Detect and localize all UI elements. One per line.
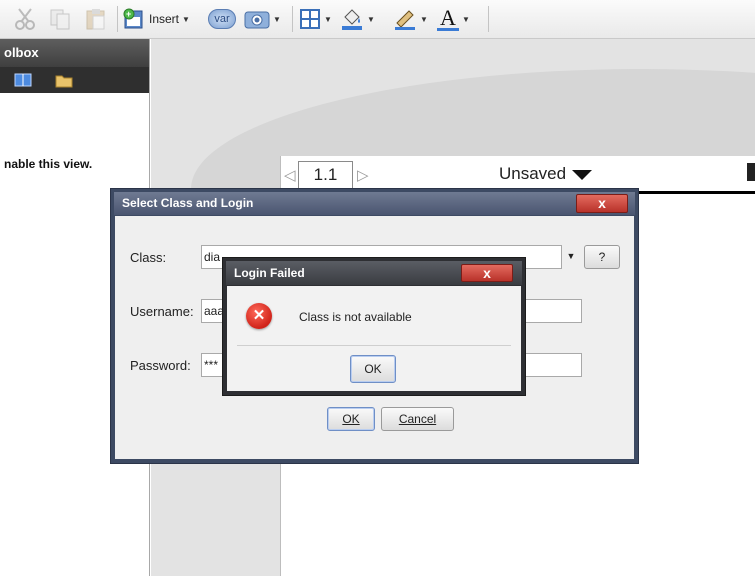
screenshot-menu[interactable]: ▼	[244, 7, 281, 31]
alert-title: Login Failed	[234, 266, 305, 280]
insert-label: Insert	[149, 12, 180, 26]
chevron-down-icon: ▼	[462, 14, 470, 24]
page-layout-icon	[300, 9, 320, 29]
paint-bucket-icon	[342, 9, 362, 30]
text-color-menu[interactable]: A ▼	[437, 6, 470, 31]
previous-page-icon[interactable]: ◁	[284, 166, 296, 184]
cancel-button[interactable]: Cancel	[381, 407, 454, 431]
chevron-down-icon: ▼	[324, 14, 332, 24]
insert-page-icon: +	[123, 8, 143, 29]
chevron-down-icon: ▼	[273, 14, 281, 24]
dialog-close-button[interactable]: x	[576, 194, 628, 213]
class-label: Class:	[130, 250, 167, 265]
toolbox-message: nable this view.	[4, 157, 93, 171]
pen-icon	[395, 10, 415, 30]
chevron-down-icon: ▼	[182, 14, 190, 24]
alert-ok-button[interactable]: OK	[350, 355, 396, 383]
book-icon[interactable]	[14, 72, 32, 91]
var-button[interactable]: var	[208, 7, 236, 31]
cut-icon[interactable]	[12, 7, 38, 31]
help-button[interactable]: ?	[584, 245, 620, 269]
insert-menu[interactable]: + Insert ▼	[123, 7, 190, 31]
alert-body: ✕ Class is not available OK	[227, 286, 521, 391]
ok-label: OK	[342, 412, 360, 426]
chevron-down-icon[interactable]: ▼	[562, 245, 580, 269]
toolbox-icon-row	[0, 67, 149, 93]
next-page-icon[interactable]: ▷	[357, 166, 369, 184]
login-failed-dialog: Login Failed x ✕ Class is not available …	[222, 257, 526, 396]
page-tab[interactable]: 1.1	[298, 161, 353, 189]
chevron-down-icon	[572, 169, 593, 180]
document-title: Unsaved	[499, 164, 567, 183]
password-label: Password:	[130, 358, 191, 373]
layout-menu[interactable]: ▼	[299, 7, 332, 31]
var-label: var	[208, 9, 236, 29]
username-label: Username:	[130, 304, 194, 319]
error-icon: ✕	[246, 303, 272, 329]
alert-divider	[237, 345, 511, 346]
folder-icon[interactable]	[55, 72, 73, 91]
svg-text:+: +	[126, 9, 131, 19]
toolbox-title: olbox	[0, 39, 149, 67]
line-color-menu[interactable]: ▼	[393, 7, 428, 31]
alert-close-button[interactable]: x	[461, 264, 513, 282]
document-title-menu[interactable]: Unsaved	[499, 164, 593, 184]
alert-message: Class is not available	[299, 310, 412, 324]
cancel-label: Cancel	[398, 412, 437, 426]
chevron-down-icon: ▼	[367, 14, 375, 24]
alert-titlebar: Login Failed x	[226, 261, 522, 285]
paste-icon[interactable]	[84, 7, 108, 31]
camera-icon	[244, 11, 270, 29]
ok-button[interactable]: OK	[327, 407, 375, 431]
fill-color-menu[interactable]: ▼	[340, 7, 375, 31]
text-color-icon: A	[437, 6, 459, 31]
dialog-titlebar: Select Class and Login x	[114, 192, 635, 215]
copy-icon[interactable]	[48, 7, 72, 31]
gear-icon[interactable]	[747, 163, 755, 181]
toolbar: + Insert ▼ var ▼ ▼ ▼ ▼ A ▼	[0, 0, 755, 39]
dialog-title: Select Class and Login	[122, 196, 254, 210]
chevron-down-icon: ▼	[420, 14, 428, 24]
